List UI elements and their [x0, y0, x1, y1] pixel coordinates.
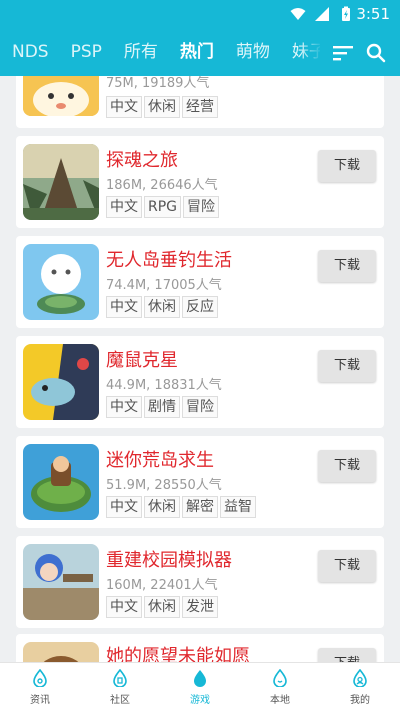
- local-icon: [273, 669, 287, 687]
- game-thumbnail: [23, 544, 99, 620]
- game-tags: 中文 休闲 解密 益智: [106, 496, 258, 518]
- game-thumbnail: [23, 244, 99, 320]
- nav-label: 本地: [270, 695, 290, 706]
- game-tag[interactable]: 中文: [106, 396, 142, 418]
- tab-cute[interactable]: 萌物: [236, 36, 270, 68]
- game-tag[interactable]: 休闲: [144, 596, 180, 618]
- game-card[interactable]: 魔鼠克星 44.9M, 18831人气 中文 剧情 冒险 下载: [16, 336, 384, 428]
- app-header: 3:51 NDSPSP所有热门萌物妹子: [0, 0, 400, 76]
- game-icon: [194, 670, 206, 687]
- nav-news[interactable]: 资讯: [0, 663, 80, 710]
- nav-label: 资讯: [30, 695, 50, 706]
- download-button[interactable]: 下载: [318, 450, 376, 482]
- nav-local[interactable]: 本地: [240, 663, 320, 710]
- game-list: 75M, 19189人气 中文休闲经营 下载 探魂之旅 186M, 26646人…: [0, 76, 400, 662]
- battery-charging-icon: [342, 6, 350, 21]
- download-button[interactable]: 下载: [318, 550, 376, 582]
- game-tag[interactable]: 反应: [182, 296, 218, 318]
- wifi-icon: [290, 8, 306, 20]
- game-tag[interactable]: 中文: [106, 296, 142, 318]
- game-tags: 中文 休闲 发泄: [106, 596, 220, 618]
- game-tags: 中文 休闲 经营: [106, 96, 220, 118]
- profile-icon: [353, 669, 367, 687]
- download-button[interactable]: 下载: [318, 350, 376, 382]
- filter-icon[interactable]: [330, 40, 356, 66]
- game-card[interactable]: 她的愿望未能如愿 下载: [16, 634, 384, 662]
- game-thumbnail: [23, 76, 99, 116]
- game-tag[interactable]: 中文: [106, 496, 142, 518]
- community-icon: [113, 669, 127, 687]
- game-title[interactable]: 重建校园模拟器: [106, 546, 232, 572]
- game-tag[interactable]: 冒险: [182, 396, 218, 418]
- game-title[interactable]: 魔鼠克星: [106, 346, 178, 372]
- tab-psp[interactable]: PSP: [71, 36, 102, 68]
- download-button[interactable]: 下载: [318, 250, 376, 282]
- tab-nds[interactable]: NDS: [12, 36, 49, 68]
- game-tag[interactable]: 解密: [182, 496, 218, 518]
- tab-fade: [300, 36, 322, 70]
- game-tags: 中文 休闲 反应: [106, 296, 220, 318]
- game-meta: 186M, 26646人气: [106, 178, 218, 193]
- game-tag[interactable]: 休闲: [144, 96, 180, 118]
- nav-games[interactable]: 游戏: [160, 663, 240, 710]
- signal-icon: [315, 7, 329, 21]
- nav-community[interactable]: 社区: [80, 663, 160, 710]
- game-card[interactable]: 探魂之旅 186M, 26646人气 中文 RPG 冒险 下载: [16, 136, 384, 228]
- game-meta: 44.9M, 18831人气: [106, 378, 222, 393]
- nav-label: 游戏: [190, 695, 210, 706]
- game-thumbnail: [23, 144, 99, 220]
- game-thumbnail: [23, 344, 99, 420]
- game-meta: 75M, 19189人气: [106, 76, 210, 91]
- tab-all[interactable]: 所有: [124, 36, 158, 68]
- game-title[interactable]: 迷你荒岛求生: [106, 446, 214, 472]
- game-tag[interactable]: 剧情: [144, 396, 180, 418]
- game-tag[interactable]: 休闲: [144, 296, 180, 318]
- game-meta: 74.4M, 17005人气: [106, 278, 222, 293]
- game-tag[interactable]: 中文: [106, 596, 142, 618]
- download-button[interactable]: 下载: [318, 150, 376, 182]
- game-card[interactable]: 75M, 19189人气 中文休闲经营 下载: [16, 76, 384, 128]
- game-title[interactable]: 探魂之旅: [106, 146, 178, 172]
- game-thumbnail: [23, 642, 99, 662]
- game-meta: 160M, 22401人气: [106, 578, 218, 593]
- nav-label: 我的: [350, 695, 370, 706]
- category-tabs: NDSPSP所有热门萌物妹子: [0, 36, 320, 70]
- game-card[interactable]: 无人岛垂钓生活 74.4M, 17005人气 中文 休闲 反应 下载: [16, 236, 384, 328]
- game-tag[interactable]: RPG: [144, 196, 182, 218]
- game-thumbnail: [23, 444, 99, 520]
- game-tag[interactable]: 中文: [106, 96, 142, 118]
- download-button[interactable]: 下载: [318, 648, 376, 662]
- game-title[interactable]: 她的愿望未能如愿: [106, 642, 250, 662]
- status-time: 3:51: [356, 5, 390, 23]
- news-icon: [33, 669, 47, 687]
- game-card[interactable]: 重建校园模拟器 160M, 22401人气 中文 休闲 发泄 下载: [16, 536, 384, 628]
- game-tag[interactable]: 益智: [220, 496, 256, 518]
- game-tag[interactable]: 冒险: [183, 196, 220, 218]
- game-title[interactable]: 无人岛垂钓生活: [106, 246, 232, 272]
- nav-profile[interactable]: 我的: [320, 663, 400, 710]
- game-tag[interactable]: 经营: [182, 96, 218, 118]
- tab-hot[interactable]: 热门: [180, 36, 214, 68]
- bottom-nav: 资讯 社区 游戏 本地 我的: [0, 662, 400, 710]
- game-tag[interactable]: 中文: [106, 196, 142, 218]
- search-icon[interactable]: [363, 40, 389, 66]
- game-meta: 51.9M, 28550人气: [106, 478, 222, 493]
- game-card[interactable]: 迷你荒岛求生 51.9M, 28550人气 中文 休闲 解密 益智 下载: [16, 436, 384, 528]
- nav-label: 社区: [110, 695, 130, 706]
- status-bar: 3:51: [0, 0, 400, 28]
- game-tags: 中文 RPG 冒险: [106, 196, 221, 218]
- game-tags: 中文 剧情 冒险: [106, 396, 220, 418]
- game-tag[interactable]: 发泄: [182, 596, 218, 618]
- game-tag[interactable]: 休闲: [144, 496, 180, 518]
